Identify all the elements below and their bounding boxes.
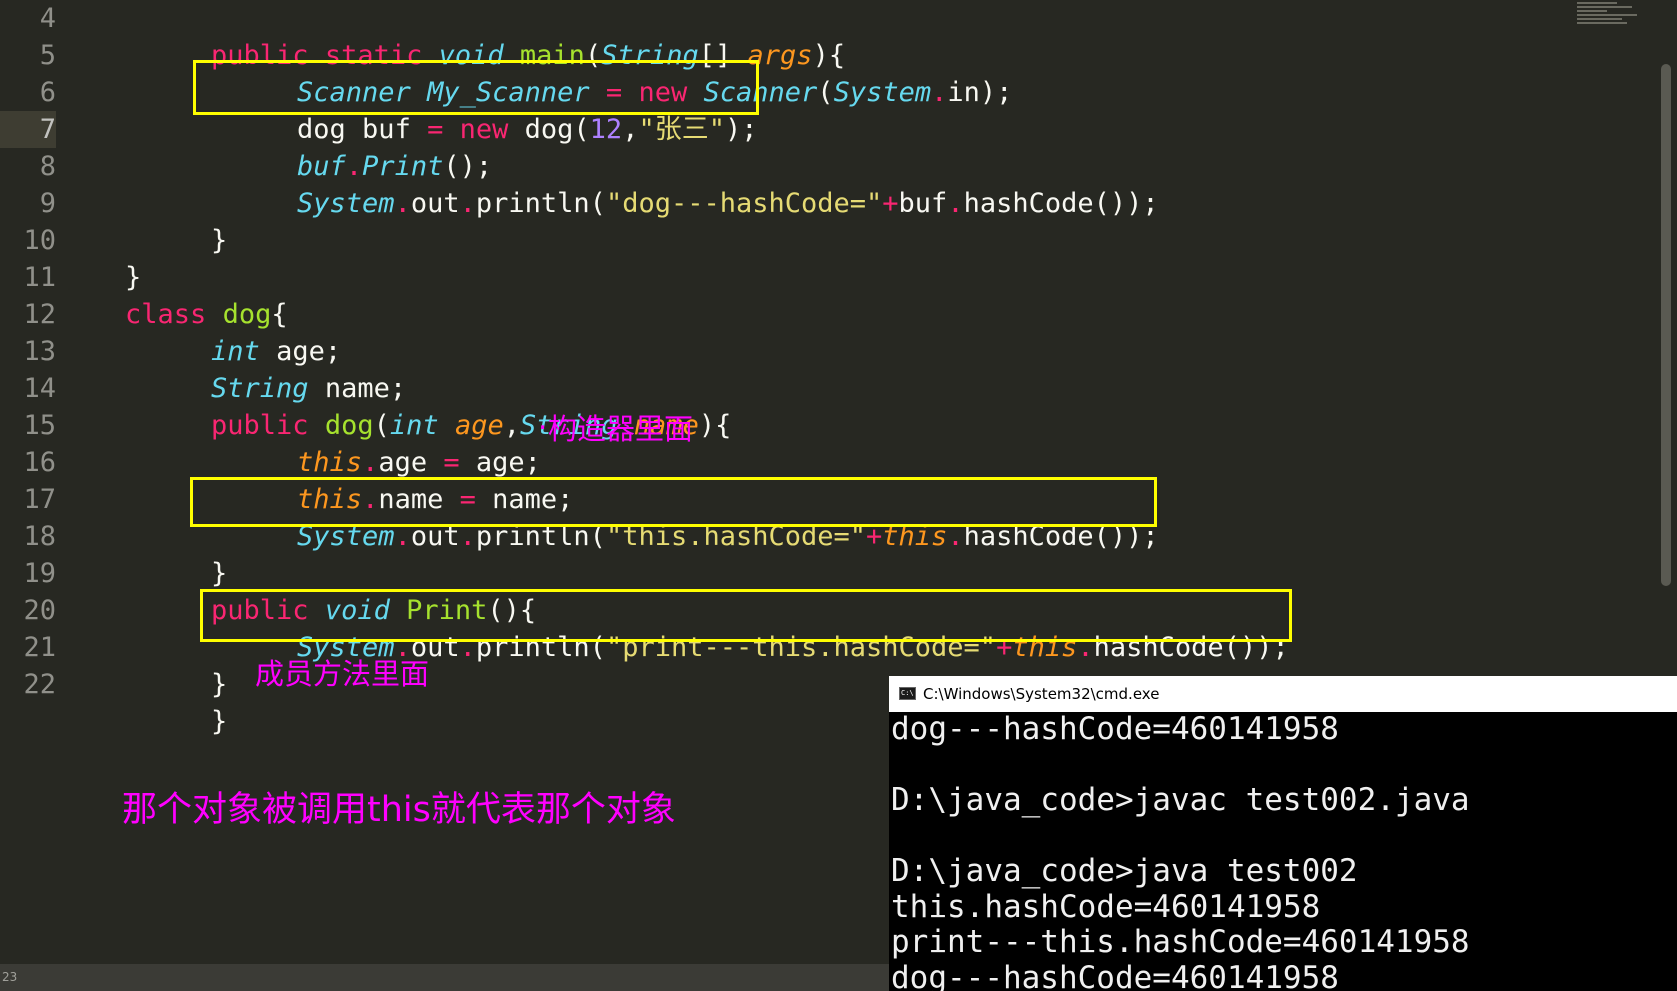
number: 12 (589, 114, 623, 145)
line-number: 18 (23, 521, 56, 552)
code-line-16[interactable]: this.name = name; (232, 444, 573, 515)
status-line-indicator: 23 (2, 970, 18, 984)
code-line-13[interactable]: String name; (146, 333, 406, 404)
identifier: out (410, 188, 460, 219)
operator: + (882, 188, 899, 219)
punct: } (211, 706, 228, 737)
punct: ); (979, 77, 1013, 108)
dot: . (947, 188, 964, 219)
line-number: 19 (23, 558, 56, 589)
code-line-22[interactable]: } (146, 666, 227, 737)
annotation-constructor: 构造器里面 (548, 412, 694, 446)
line-number: 9 (39, 188, 56, 219)
cmd-output-line: this.hashCode=460141958 (891, 888, 1321, 925)
punct: ( (817, 77, 834, 108)
cmd-output-line (889, 748, 1677, 784)
punct: , (622, 114, 639, 145)
type: System (297, 188, 395, 219)
line-number: 11 (23, 262, 56, 293)
type: System (833, 77, 932, 108)
string: "dog---hashCode=" (605, 188, 883, 219)
code-line-11[interactable]: class dog{ (60, 259, 288, 330)
cmd-output-line: dog---hashCode=460141958 (891, 711, 1339, 747)
code-line-19[interactable]: public void Print(){ (146, 555, 536, 626)
line-number: 13 (23, 336, 56, 367)
cmd-titlebar[interactable]: C:\ C:\Windows\System32\cmd.exe (889, 676, 1677, 712)
annotation-member-method: 成员方法里面 (255, 657, 430, 691)
punct: ); (724, 114, 758, 145)
line-number: 10 (23, 225, 56, 256)
line-number: 20 (23, 595, 56, 626)
line-number: 12 (23, 299, 56, 330)
line-number: 16 (23, 447, 56, 478)
annotation-dot: . (538, 402, 548, 436)
cmd-output-line: dog---hashCode=460141958 (891, 959, 1339, 991)
dot: . (931, 77, 948, 108)
punct: ){ (698, 410, 732, 441)
scrollbar-thumb[interactable] (1661, 64, 1671, 586)
code-line-9[interactable]: } (146, 185, 227, 256)
line-number: 4 (39, 3, 56, 34)
line-number: 15 (23, 410, 56, 441)
line-number: 6 (39, 77, 56, 108)
cmd-output-line: D:\java_code>java test002 (891, 853, 1358, 889)
line-number: 22 (23, 669, 56, 700)
identifier: dog( (508, 114, 590, 145)
line-number: 5 (39, 40, 56, 71)
line-number: 8 (39, 151, 56, 182)
identifier: in (947, 77, 980, 108)
code-line-10[interactable]: } (60, 222, 141, 293)
cmd-window[interactable]: C:\ C:\Windows\System32\cmd.exe dog---ha… (889, 676, 1677, 991)
dot: . (459, 188, 476, 219)
code-line-8[interactable]: System.out.println("dog---hashCode="+buf… (232, 148, 1159, 219)
code-line-12[interactable]: int age; (146, 296, 341, 367)
cmd-output[interactable]: dog---hashCode=460141958 D:\java_code>ja… (889, 711, 1677, 991)
string: "张三" (638, 114, 725, 145)
highlight-box-method-print (200, 589, 1292, 642)
line-number: 17 (23, 484, 56, 515)
code-line-4[interactable]: public static void main(String[] args){ (146, 0, 845, 71)
cmd-output-line: print---this.hashCode=460141958 (891, 924, 1470, 960)
highlight-box-object-creation (193, 60, 759, 115)
code-line-14[interactable]: public dog(int age,String name){ (146, 370, 731, 441)
dot: . (394, 188, 411, 219)
line-number: 14 (23, 373, 56, 404)
cmd-output-line (889, 819, 1677, 855)
line-number-active: 7 (0, 111, 56, 148)
minimap[interactable] (1577, 0, 1647, 50)
annotation-this-explanation: 那个对象被调用this就代表那个对象 (122, 790, 676, 830)
code-line-7[interactable]: buf.Print(); (232, 111, 492, 182)
identifier: hashCode()); (963, 188, 1159, 219)
terminal-icon: C:\ (899, 687, 916, 700)
cmd-output-line: D:\java_code>javac test002.java (891, 782, 1470, 818)
line-number: 21 (23, 632, 56, 663)
punct: } (211, 225, 228, 256)
identifier: buf (898, 188, 948, 219)
cmd-title: C:\Windows\System32\cmd.exe (923, 685, 1160, 703)
code-line-15[interactable]: this.age = age; (232, 407, 541, 478)
identifier: println( (475, 188, 606, 219)
highlight-box-constructor-print (190, 477, 1157, 527)
